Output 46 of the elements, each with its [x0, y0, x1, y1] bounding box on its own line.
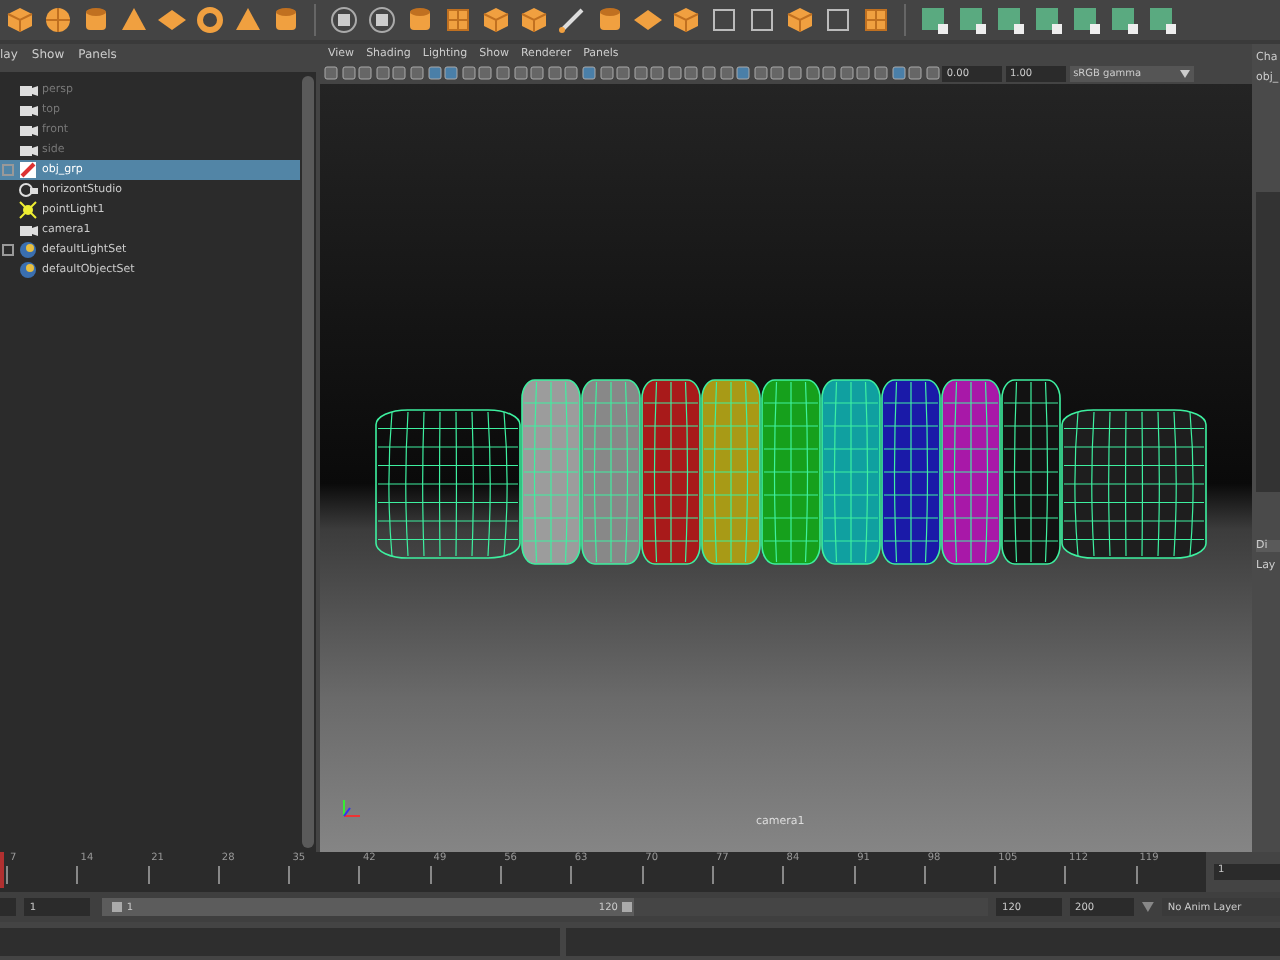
sphere-icon[interactable] — [42, 4, 74, 36]
polygon-tool-icon[interactable] — [1032, 4, 1064, 36]
cylinder-icon[interactable] — [594, 4, 626, 36]
caret-icon[interactable] — [1142, 902, 1154, 912]
plane-icon[interactable] — [632, 4, 664, 36]
camera-icon — [18, 140, 38, 160]
cone-icon[interactable] — [232, 4, 264, 36]
pen-icon[interactable] — [556, 4, 588, 36]
cube-icon[interactable] — [670, 4, 702, 36]
square-icon[interactable] — [746, 4, 778, 36]
slider-handle[interactable] — [621, 902, 632, 912]
circle-icon[interactable] — [366, 4, 398, 36]
scrollbar[interactable] — [302, 76, 314, 848]
slider-handle[interactable] — [112, 902, 123, 912]
camera-icon — [18, 220, 38, 240]
polygon-tool-icon[interactable] — [956, 4, 988, 36]
group-icon — [18, 160, 38, 180]
polygon-tool-icon[interactable] — [994, 4, 1026, 36]
grid-icon[interactable] — [860, 4, 892, 36]
camera-icon — [18, 100, 38, 120]
torus-icon[interactable] — [194, 4, 226, 36]
expand-icon[interactable] — [2, 244, 14, 256]
caret-icon — [1179, 69, 1190, 77]
cylinder-icon[interactable] — [404, 4, 436, 36]
circle-icon[interactable] — [328, 4, 360, 36]
camera-icon — [18, 80, 38, 100]
cube-icon[interactable] — [4, 4, 36, 36]
square-icon[interactable] — [822, 4, 854, 36]
grid-icon[interactable] — [442, 4, 474, 36]
cylinder-icon[interactable] — [270, 4, 302, 36]
cylinder-icon[interactable] — [80, 4, 112, 36]
square-icon[interactable] — [708, 4, 740, 36]
axis-icon — [343, 799, 361, 817]
polygon-tool-icon[interactable] — [1070, 4, 1102, 36]
polygon-tool-icon[interactable] — [1108, 4, 1140, 36]
cube-icon[interactable] — [480, 4, 512, 36]
studio-icon — [18, 180, 38, 200]
range-slider[interactable] — [102, 898, 634, 916]
cube-icon[interactable] — [784, 4, 816, 36]
cube-icon[interactable] — [518, 4, 550, 36]
cone-icon[interactable] — [118, 4, 150, 36]
polygon-tool-icon[interactable] — [918, 4, 950, 36]
polygon-tool-icon[interactable] — [1146, 4, 1178, 36]
light-icon — [18, 200, 38, 220]
camera-icon — [18, 120, 38, 140]
plane-icon[interactable] — [156, 4, 188, 36]
